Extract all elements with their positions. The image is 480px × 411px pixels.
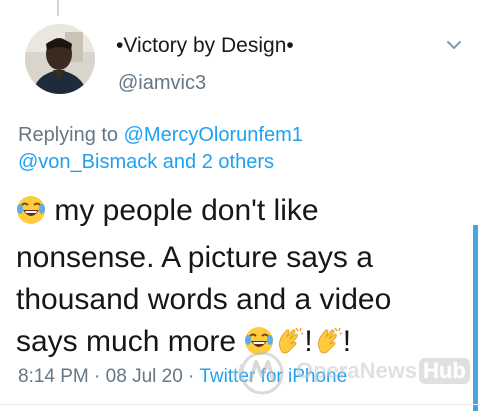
tweet-source-link[interactable]: Twitter for iPhone <box>199 366 347 387</box>
bottom-divider <box>0 404 480 405</box>
user-handle[interactable]: @iamvic3 <box>118 72 206 95</box>
tweet-text-1: my people don't like <box>46 194 319 227</box>
tweet-date[interactable]: 08 Jul 20 <box>106 366 183 387</box>
others-link[interactable]: and 2 others <box>157 151 274 173</box>
tweet-line-1: my people don't like <box>16 190 456 237</box>
tweet-line-4: says much more ! ! <box>16 321 456 368</box>
tweet-time[interactable]: 8:14 PM <box>18 366 89 387</box>
replying-to-label: Replying to <box>18 124 124 146</box>
avatar[interactable] <box>25 24 95 94</box>
exclamation-1: ! <box>304 325 313 358</box>
chevron-down-icon[interactable] <box>444 36 464 54</box>
clapping-hands-icon <box>313 326 343 368</box>
face-with-tears-of-joy-icon <box>16 195 46 237</box>
face-with-tears-of-joy-icon <box>244 326 274 368</box>
avatar-photo-icon <box>25 24 95 94</box>
clapping-hands-icon <box>274 326 304 368</box>
meta-separator-2: · <box>182 366 200 387</box>
mention-link-2[interactable]: @von_Bismack <box>18 151 157 173</box>
replying-to-line-2: @von_Bismack and 2 others <box>18 151 274 174</box>
tweet-line-3: thousand words and a video <box>16 283 392 316</box>
exclamation-2: ! <box>342 325 352 358</box>
replying-to-line: Replying to @MercyOlorunfem1 <box>18 124 303 147</box>
mention-link-1[interactable]: @MercyOlorunfem1 <box>124 124 303 146</box>
tweet-line-2: nonsense. A picture says a <box>16 241 373 274</box>
tweet-metadata: 8:14 PM · 08 Jul 20 · Twitter for iPhone <box>18 366 347 388</box>
meta-separator: · <box>88 366 106 387</box>
tweet-text: my people don't like nonsense. A picture… <box>16 190 456 368</box>
tweet-text-4: says much more <box>16 325 245 358</box>
display-name[interactable]: •Victory by Design• <box>116 34 294 58</box>
thread-connector-line <box>57 0 59 16</box>
scrollbar[interactable] <box>473 225 478 411</box>
